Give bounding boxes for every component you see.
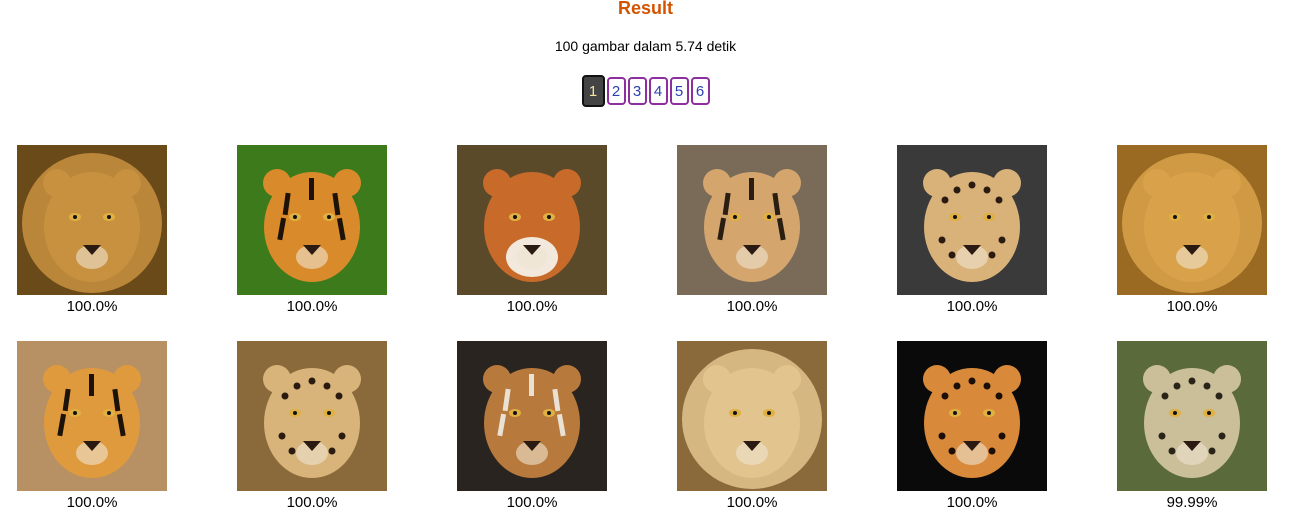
result-card: 100.0% xyxy=(897,341,1047,512)
confidence-score: 100.0% xyxy=(506,494,558,511)
page-button-4[interactable]: 4 xyxy=(648,77,668,105)
confidence-score: 100.0% xyxy=(726,298,778,315)
confidence-score: 100.0% xyxy=(946,298,998,315)
fox-image[interactable] xyxy=(457,145,607,295)
result-card: 100.0% xyxy=(677,341,827,512)
result-card: 100.0% xyxy=(677,145,827,316)
result-card: 100.0% xyxy=(457,341,607,512)
result-card: 100.0% xyxy=(17,145,167,316)
pagination: 1 2 3 4 5 6 xyxy=(0,75,1291,107)
result-card: 100.0% xyxy=(897,145,1047,316)
tiger-image[interactable] xyxy=(237,145,387,295)
result-card: 100.0% xyxy=(457,145,607,316)
tiger-image[interactable] xyxy=(677,145,827,295)
confidence-score: 100.0% xyxy=(1166,298,1218,315)
page: Result 100 gambar dalam 5.74 detik 1 2 3… xyxy=(0,0,1291,527)
result-card: 99.99% xyxy=(1117,341,1267,512)
confidence-score: 100.0% xyxy=(946,494,998,511)
confidence-score: 100.0% xyxy=(286,494,338,511)
confidence-score: 100.0% xyxy=(286,298,338,315)
result-card: 100.0% xyxy=(1117,145,1267,316)
confidence-score: 100.0% xyxy=(66,494,118,511)
confidence-score: 99.99% xyxy=(1166,494,1218,511)
result-grid: 100.0% 100.0% 100.0% 100.0% 100.0% 100.0% 100.… xyxy=(17,145,1267,512)
result-summary: 100 gambar dalam 5.74 detik xyxy=(554,38,737,54)
confidence-score: 100.0% xyxy=(726,494,778,511)
page-button-1[interactable]: 1 xyxy=(581,75,605,107)
cheetah-image[interactable] xyxy=(237,341,387,491)
result-card: 100.0% xyxy=(237,145,387,316)
page-button-2[interactable]: 2 xyxy=(606,77,626,105)
confidence-score: 100.0% xyxy=(66,298,118,315)
page-button-3[interactable]: 3 xyxy=(627,77,647,105)
page-title: Result xyxy=(617,0,673,18)
lion-image[interactable] xyxy=(17,145,167,295)
leopard-image[interactable] xyxy=(1117,341,1267,491)
result-card: 100.0% xyxy=(17,341,167,512)
tiger-image[interactable] xyxy=(17,341,167,491)
result-card: 100.0% xyxy=(237,341,387,512)
tiger-image[interactable] xyxy=(457,341,607,491)
lion-image[interactable] xyxy=(677,341,827,491)
jaguar-image[interactable] xyxy=(897,145,1047,295)
leopard-image[interactable] xyxy=(897,341,1047,491)
page-button-6[interactable]: 6 xyxy=(690,77,710,105)
confidence-score: 100.0% xyxy=(506,298,558,315)
lion-image[interactable] xyxy=(1117,145,1267,295)
page-button-5[interactable]: 5 xyxy=(669,77,689,105)
